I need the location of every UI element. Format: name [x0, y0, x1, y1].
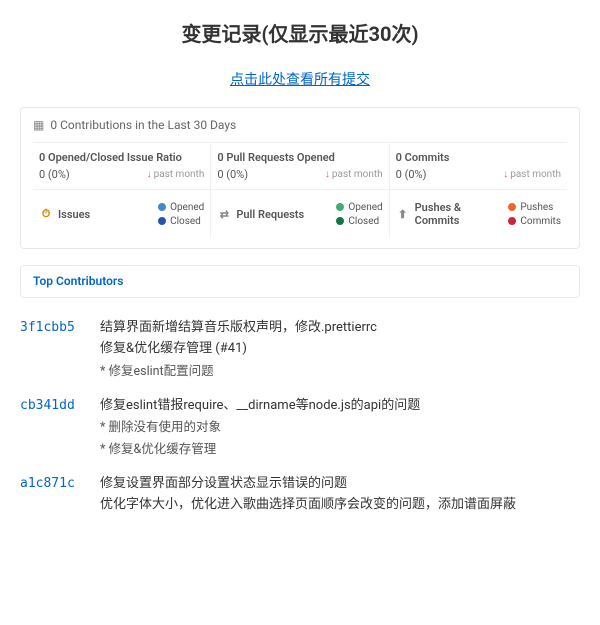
legend-closed-prs: Closed — [336, 216, 382, 227]
stat-cell-commits: 0 Commits 0 (0%) ↓past month — [390, 143, 567, 189]
chart-prs-label: ⇄ Pull Requests — [217, 207, 304, 221]
stat-label-prs: 0 Pull Requests Opened — [217, 151, 382, 164]
chart-commits-legend: Pushes Commits — [508, 202, 561, 227]
chart-issues: ⏱ Issues Opened Closed — [33, 190, 211, 238]
top-contributors-card: Top Contributors — [20, 265, 580, 298]
commit-messages-1: 修复eslint错报require、__dirname等node.js的api的… — [100, 396, 580, 461]
commit-hash-0[interactable]: 3f1cbb5 — [20, 318, 80, 382]
commit-msg-2-0: 修复设置界面部分设置状态显示错误的问题 — [100, 474, 580, 495]
stats-header: ▦ 0 Contributions in the Last 30 Days — [33, 118, 567, 143]
pr-icon: ⇄ — [217, 207, 231, 221]
commit-entry-2: a1c871c 修复设置界面部分设置状态显示错误的问题 优化字体大小，优化进入歌… — [20, 474, 580, 516]
stat-past-prs: ↓past month — [325, 169, 383, 180]
top-contributors-label: Top Contributors — [33, 274, 123, 288]
chart-commits: ⬆ Pushes & Commits Pushes Commits — [390, 190, 567, 238]
commits-list: 3f1cbb5 结算界面新增结算音乐版权声明，修改.prettierrc 修复&… — [0, 310, 600, 516]
stat-zero-prs: 0 (0%) — [217, 168, 248, 181]
chart-commits-label: ⬆ Pushes & Commits — [396, 201, 509, 227]
push-icon: ⬆ — [396, 207, 410, 221]
stat-zero-issues: 0 (0%) — [39, 168, 70, 181]
legend-commits: Commits — [508, 216, 561, 227]
commit-messages-2: 修复设置界面部分设置状态显示错误的问题 优化字体大小，优化进入歌曲选择页面顺序会… — [100, 474, 580, 516]
commit-hash-1[interactable]: cb341dd — [20, 396, 80, 461]
commit-entry-0: 3f1cbb5 结算界面新增结算音乐版权声明，修改.prettierrc 修复&… — [20, 318, 580, 382]
chart-prs-legend: Opened Closed — [336, 202, 382, 227]
grid-icon: ▦ — [33, 118, 44, 132]
stat-zero-commits: 0 (0%) — [396, 168, 427, 181]
chart-prs: ⇄ Pull Requests Opened Closed — [211, 190, 389, 238]
stat-value-commits: 0 (0%) ↓past month — [396, 168, 561, 181]
stat-label-commits: 0 Commits — [396, 151, 561, 164]
commit-messages-0: 结算界面新增结算音乐版权声明，修改.prettierrc 修复&优化缓存管理 (… — [100, 318, 580, 382]
charts-row: ⏱ Issues Opened Closed ⇄ Pull Requests — [33, 190, 567, 238]
commit-detail-1-1: * 修复&优化缓存管理 — [100, 440, 580, 460]
commit-detail-1-0: * 删除没有使用的对象 — [100, 418, 580, 438]
stat-value-prs: 0 (0%) ↓past month — [217, 168, 382, 181]
chart-issues-legend: Opened Closed — [158, 202, 204, 227]
page-title: 变更记录(仅显示最近30次) — [0, 0, 600, 59]
stats-header-label: 0 Contributions in the Last 30 Days — [50, 118, 236, 132]
stats-card: ▦ 0 Contributions in the Last 30 Days 0 … — [20, 107, 580, 249]
legend-opened-prs: Opened — [336, 202, 382, 213]
stat-value-issues: 0 (0%) ↓past month — [39, 168, 204, 181]
legend-closed-issues: Closed — [158, 216, 204, 227]
stat-cell-prs: 0 Pull Requests Opened 0 (0%) ↓past mont… — [211, 143, 389, 189]
stat-past-commits: ↓past month — [503, 169, 561, 180]
commit-msg-2-1: 优化字体大小，优化进入歌曲选择页面顺序会改变的问题，添加谱面屏蔽 — [100, 495, 580, 516]
chart-issues-label: ⏱ Issues — [39, 207, 90, 221]
view-all-link[interactable]: 点击此处查看所有提交 — [230, 72, 370, 88]
legend-pushes: Pushes — [508, 202, 561, 213]
commit-hash-2[interactable]: a1c871c — [20, 474, 80, 516]
commit-detail-0-0: * 修复eslint配置问题 — [100, 362, 580, 382]
commit-entry-1: cb341dd 修复eslint错报require、__dirname等node… — [20, 396, 580, 461]
view-all-section: 点击此处查看所有提交 — [0, 59, 600, 107]
stat-past-issues: ↓past month — [147, 169, 205, 180]
stats-cells-row: 0 Opened/Closed Issue Ratio 0 (0%) ↓past… — [33, 143, 567, 190]
commit-msg-1-0: 修复eslint错报require、__dirname等node.js的api的… — [100, 396, 580, 417]
stat-label-issues: 0 Opened/Closed Issue Ratio — [39, 151, 204, 164]
clock-icon: ⏱ — [39, 207, 53, 221]
legend-opened-issues: Opened — [158, 202, 204, 213]
commit-msg-0-0: 结算界面新增结算音乐版权声明，修改.prettierrc — [100, 318, 580, 339]
stat-cell-issues: 0 Opened/Closed Issue Ratio 0 (0%) ↓past… — [33, 143, 211, 189]
commit-msg-0-1: 修复&优化缓存管理 (#41) — [100, 339, 580, 360]
